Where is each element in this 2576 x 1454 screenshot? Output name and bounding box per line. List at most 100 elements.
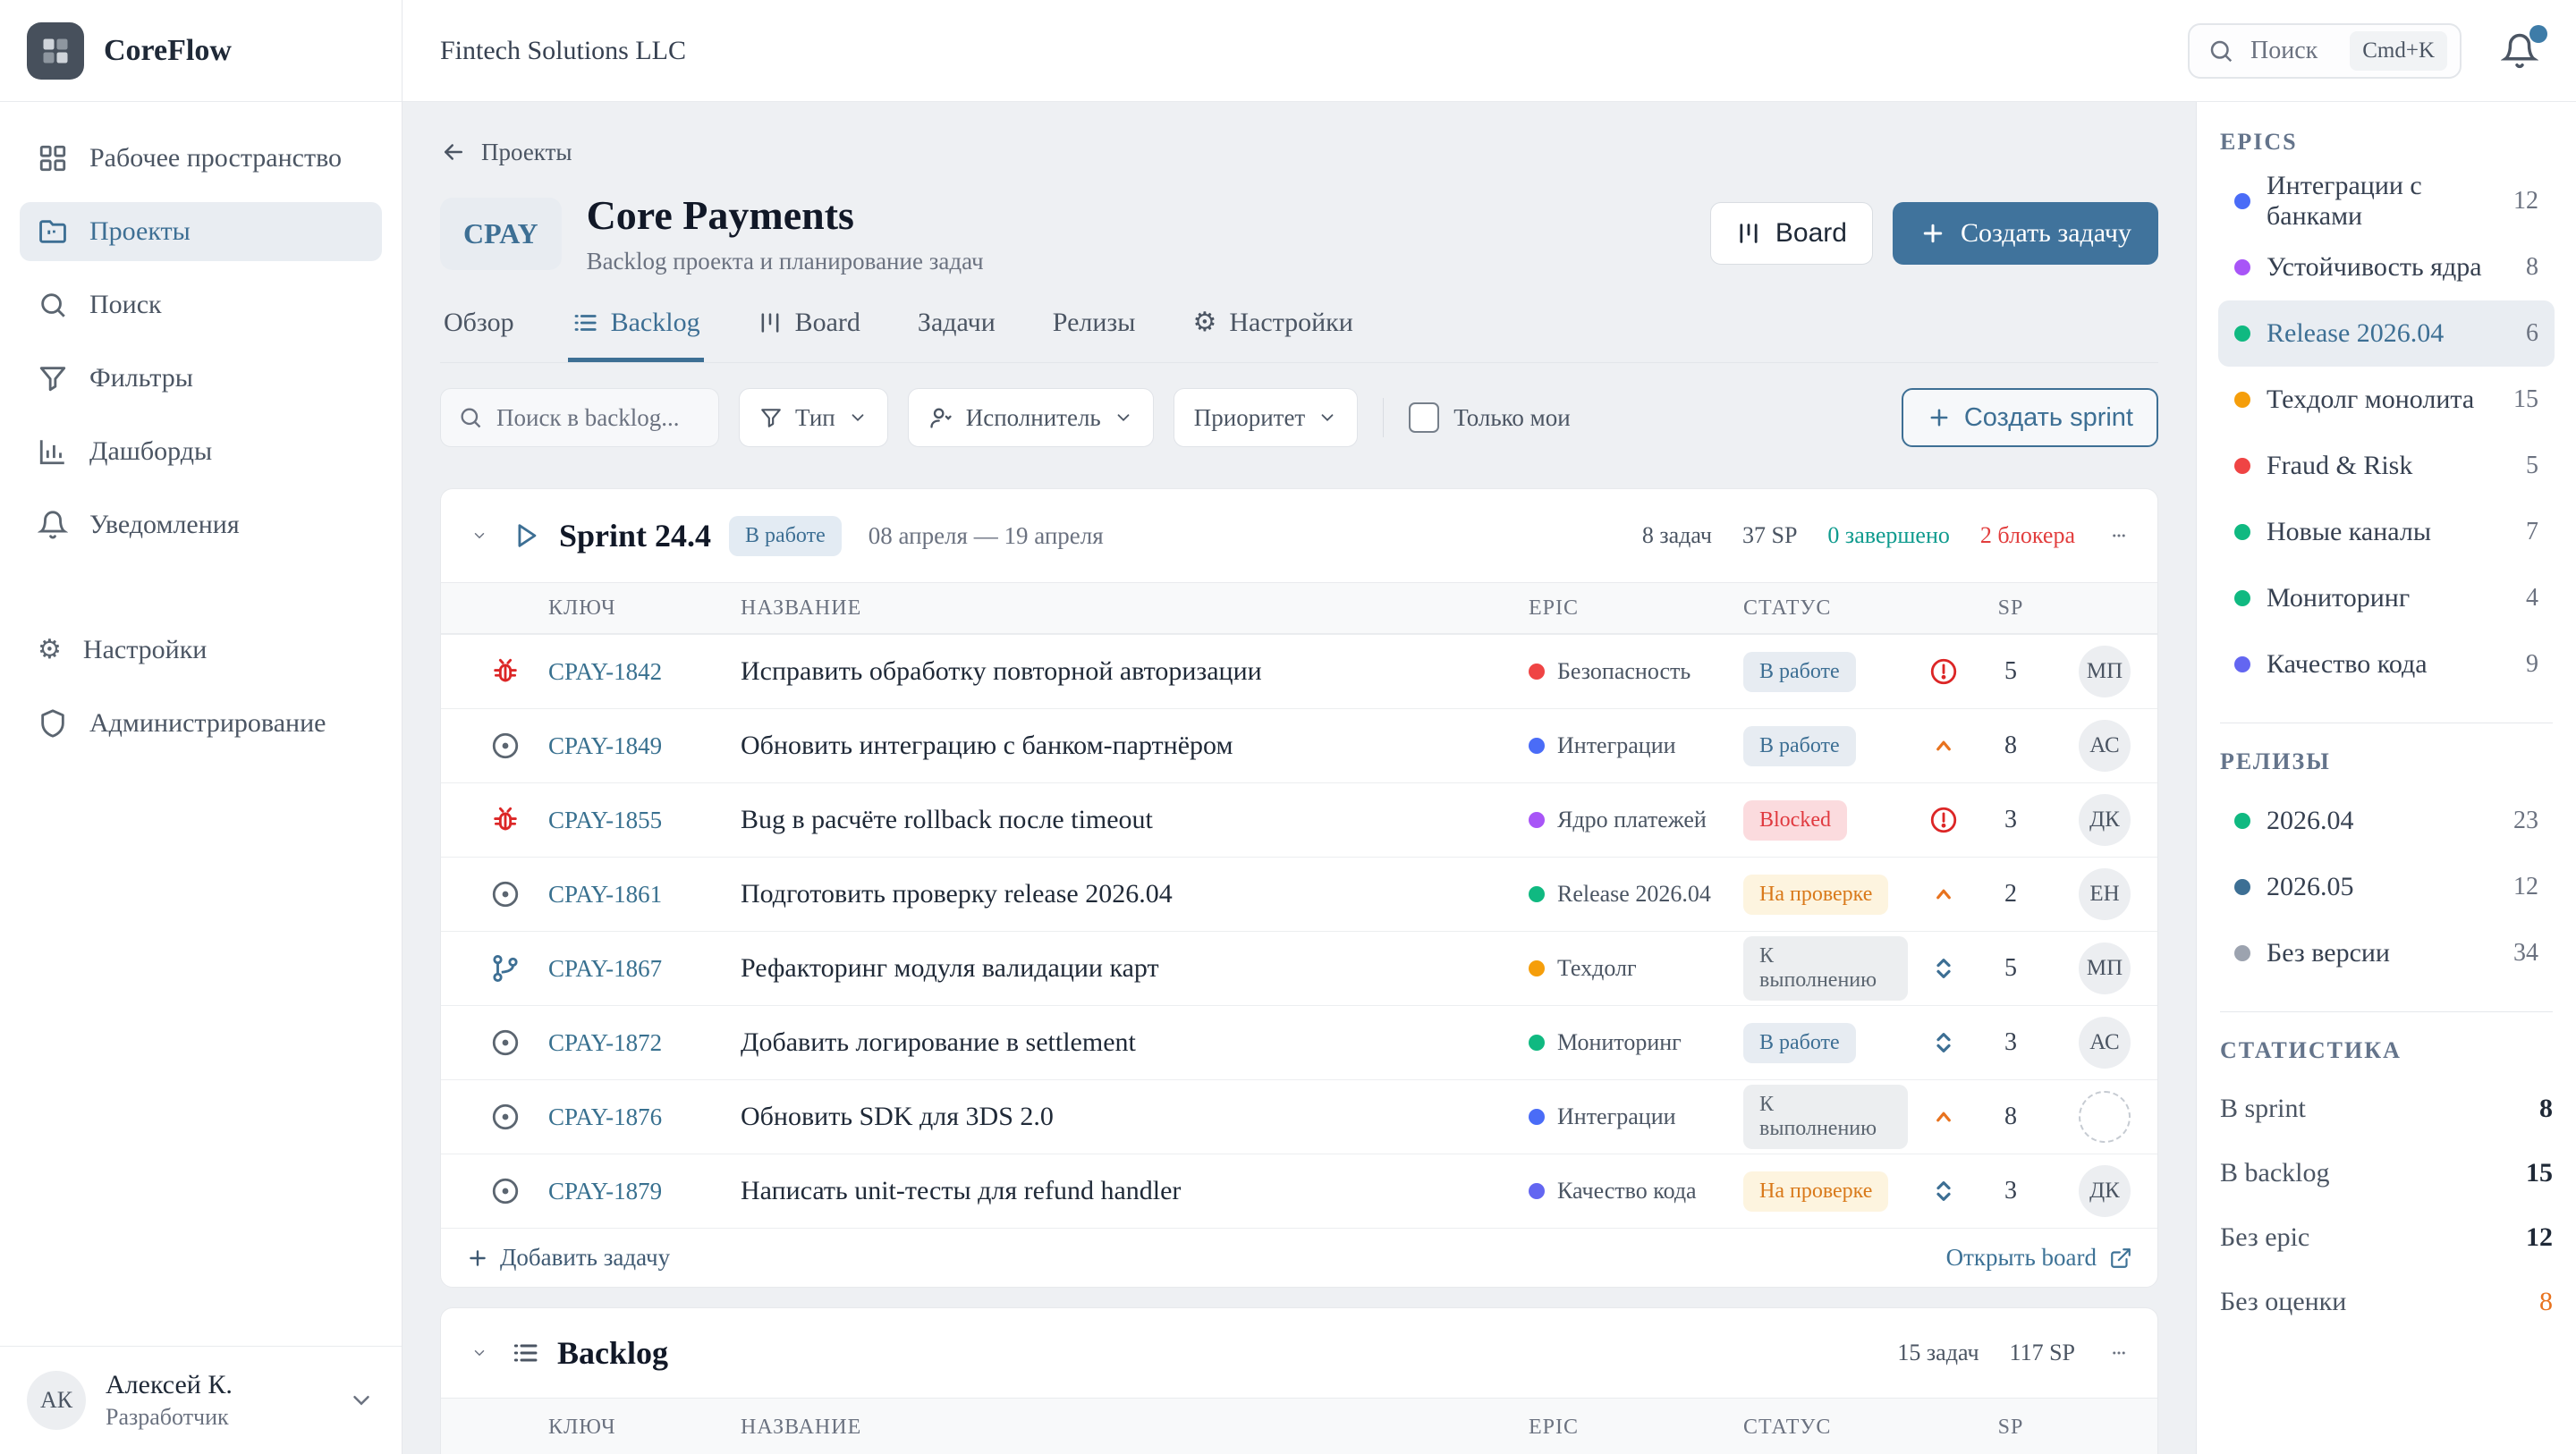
tab-backlog[interactable]: Backlog: [568, 302, 704, 362]
tab-overview[interactable]: Обзор: [440, 302, 518, 362]
assignee-avatar: МП: [2079, 646, 2131, 697]
task-icon: [490, 1102, 521, 1132]
task-icon: [490, 879, 521, 909]
epic-item[interactable]: Устойчивость ядра8: [2218, 234, 2555, 300]
sidebar-item-filters[interactable]: Фильтры: [20, 349, 382, 408]
sidebar-item-dashboards[interactable]: Дашборды: [20, 422, 382, 481]
tab-board[interactable]: Board: [754, 302, 864, 362]
status-badge: К выполнению: [1743, 936, 1908, 1001]
sidebar-item-settings[interactable]: ⚙ Настройки: [20, 621, 382, 680]
add-task-link[interactable]: Добавить задачу: [466, 1244, 670, 1272]
plus-icon: [1919, 220, 1946, 247]
epic-item[interactable]: Качество кода9: [2218, 631, 2555, 697]
search-icon: [458, 405, 483, 430]
task-icon: [490, 731, 521, 761]
epic-item[interactable]: Мониторинг4: [2218, 565, 2555, 631]
external-link-icon: [2109, 1247, 2132, 1270]
table-row[interactable]: CPAY-1842 Исправить обработку повторной …: [441, 634, 2157, 708]
create-sprint-button[interactable]: Создать sprint: [1902, 388, 2158, 447]
table-row[interactable]: CPAY-1872 Добавить логирование в settlem…: [441, 1005, 2157, 1079]
folder-icon: [38, 216, 68, 247]
release-item[interactable]: 2026.0512: [2218, 854, 2555, 920]
sidebar-nav: Рабочее пространство Проекты Поиск Фильт…: [0, 102, 402, 767]
table-row[interactable]: CPAY-1849 Обновить интеграцию с банком-п…: [441, 708, 2157, 782]
create-task-button[interactable]: Создать задачу: [1893, 202, 2158, 265]
sidebar-item-projects[interactable]: Проекты: [20, 202, 382, 261]
global-search[interactable]: Поиск Cmd+K: [2188, 23, 2462, 79]
release-item[interactable]: 2026.0423: [2218, 788, 2555, 854]
right-sidebar: EPICS Интеграции с банками12 Устойчивост…: [2196, 102, 2576, 1454]
stat-value: 8: [2539, 1094, 2553, 1124]
epic-count: 5: [2526, 452, 2538, 480]
chevron-down-icon: [1114, 408, 1133, 427]
assignee-avatar: ДК: [2079, 794, 2131, 846]
grid-icon: [38, 143, 68, 173]
only-mine-checkbox[interactable]: Только мои: [1409, 402, 1570, 433]
assignee-avatar: ДК: [2079, 1165, 2131, 1217]
user-menu[interactable]: АК Алексей К. Разработчик: [0, 1346, 402, 1454]
release-item[interactable]: Без версии34: [2218, 920, 2555, 986]
checkbox[interactable]: [1409, 402, 1439, 433]
epic-dot: [2234, 656, 2250, 672]
epic-dot: [1529, 1109, 1545, 1125]
epic-dot: [1529, 812, 1545, 828]
user-name: Алексей К.: [106, 1370, 233, 1400]
tab-tasks[interactable]: Задачи: [914, 302, 999, 362]
release-count: 12: [2513, 873, 2538, 901]
epic-item[interactable]: Интеграции с банками12: [2218, 168, 2555, 234]
more-menu-icon[interactable]: [2106, 1340, 2132, 1366]
sidebar-item-workspace[interactable]: Рабочее пространство: [20, 129, 382, 188]
funnel-icon: [759, 406, 783, 429]
epic-dot: [2234, 590, 2250, 606]
backlog-sp-total: 117 SP: [2010, 1340, 2075, 1366]
sidebar-item-search[interactable]: Поиск: [20, 275, 382, 334]
table-row[interactable]: CPAY-1861 Подготовить проверку release 2…: [441, 857, 2157, 931]
release-count: 34: [2513, 939, 2538, 968]
table-row[interactable]: CPAY-1867 Рефакторинг модуля валидации к…: [441, 931, 2157, 1005]
epic-item[interactable]: Техдолг монолита15: [2218, 367, 2555, 433]
open-board-link[interactable]: Открыть board: [1946, 1244, 2132, 1272]
plus-icon: [466, 1247, 489, 1270]
epic-item[interactable]: Новые каналы7: [2218, 499, 2555, 565]
user-icon: [928, 405, 953, 430]
type-filter-dropdown[interactable]: Тип: [739, 388, 888, 447]
board-button[interactable]: Board: [1710, 202, 1873, 265]
table-row[interactable]: CPAY-1876 Обновить SDK для 3DS 2.0 Интег…: [441, 1079, 2157, 1154]
epic-count: 15: [2513, 385, 2538, 414]
breadcrumb[interactable]: Проекты: [440, 136, 2158, 168]
list-icon: [572, 309, 598, 336]
sidebar-item-admin[interactable]: Администрирование: [20, 694, 382, 753]
priority-filter-dropdown[interactable]: Приоритет: [1174, 388, 1358, 447]
more-menu-icon[interactable]: [2106, 522, 2132, 549]
chevron-down-icon: [848, 408, 868, 427]
search-icon: [38, 290, 68, 320]
app-logo: [27, 22, 84, 80]
epic-count: 6: [2526, 319, 2538, 348]
tab-settings[interactable]: ⚙ Настройки: [1189, 302, 1356, 362]
tab-releases[interactable]: Релизы: [1049, 302, 1140, 362]
assignee-filter-dropdown[interactable]: Исполнитель: [908, 388, 1154, 447]
chevron-down-icon: [348, 1387, 375, 1414]
stat-row: Без epic12: [2220, 1205, 2553, 1270]
sidebar-item-label: Настройки: [83, 635, 207, 665]
priority-highest-icon: [1928, 805, 1959, 835]
top-header: Fintech Solutions LLC Поиск Cmd+K: [402, 0, 2576, 102]
collapse-chevron-icon[interactable]: [466, 522, 493, 549]
bar-chart-icon: [38, 436, 68, 467]
notifications-button[interactable]: [2501, 32, 2538, 70]
assignee-avatar: АС: [2079, 720, 2131, 772]
epic-item-selected[interactable]: Release 2026.046: [2218, 300, 2555, 367]
status-badge: К выполнению: [1743, 1085, 1908, 1149]
table-row[interactable]: CPAY-1879 Написать unit-тесты для refund…: [441, 1154, 2157, 1228]
sidebar-item-label: Проекты: [89, 216, 191, 247]
epics-panel-title: EPICS: [2220, 129, 2553, 156]
status-badge: На проверке: [1743, 875, 1888, 915]
epic-item[interactable]: Fraud & Risk5: [2218, 433, 2555, 499]
stat-row: Без оценки8: [2220, 1270, 2553, 1334]
list-icon: [511, 1339, 539, 1367]
table-row[interactable]: CPAY-1855 Bug в расчёте rollback после t…: [441, 782, 2157, 857]
gear-icon: ⚙: [38, 637, 62, 664]
sidebar-item-notifications[interactable]: Уведомления: [20, 495, 382, 554]
collapse-chevron-icon[interactable]: [466, 1340, 493, 1366]
chevron-down-icon: [1318, 408, 1337, 427]
